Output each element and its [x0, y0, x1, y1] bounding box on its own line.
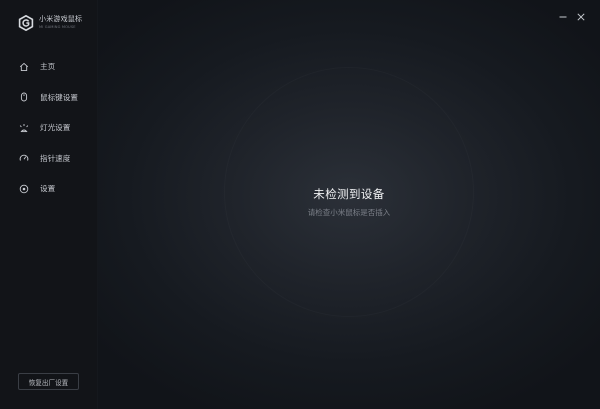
sidebar-item-label: 设置	[40, 184, 56, 193]
sidebar-item-lighting[interactable]: 灯光设置	[0, 117, 98, 138]
home-icon	[19, 62, 29, 72]
close-icon[interactable]	[576, 12, 586, 22]
brand: 小米游戏鼠标 MI GAMING MOUSE	[18, 15, 82, 31]
sidebar-item-mouse-buttons[interactable]: 鼠标键设置	[0, 87, 98, 108]
status-title: 未检测到设备	[313, 187, 385, 201]
minimize-icon[interactable]	[558, 12, 568, 22]
sidebar-item-label: 鼠标键设置	[40, 92, 78, 102]
light-icon	[19, 123, 29, 133]
sidebar-item-settings[interactable]: 设置	[0, 178, 98, 199]
mouse-icon	[19, 92, 29, 102]
sidebar: 小米游戏鼠标 MI GAMING MOUSE 主页 鼠标键设置 灯光设置 指针速…	[0, 0, 98, 409]
sidebar-item-label: 指针速度	[40, 153, 71, 163]
brand-logo-icon	[18, 15, 34, 31]
status-subtitle: 请检查小米鼠标是否插入	[307, 208, 391, 217]
sidebar-nav: 主页 鼠标键设置 灯光设置 指针速度 设置	[0, 56, 98, 209]
brand-name: 小米游戏鼠标	[39, 15, 83, 24]
sidebar-item-label: 灯光设置	[40, 123, 71, 132]
window-controls	[558, 12, 586, 22]
speedometer-icon	[19, 153, 29, 163]
settings-icon	[19, 184, 29, 194]
app-window: 小米游戏鼠标 MI GAMING MOUSE 主页 鼠标键设置 灯光设置 指针速…	[0, 0, 600, 409]
brand-text: 小米游戏鼠标 MI GAMING MOUSE	[39, 16, 82, 30]
device-status: 未检测到设备 请检查小米鼠标是否插入	[98, 186, 600, 218]
main-content: 未检测到设备 请检查小米鼠标是否插入	[98, 0, 600, 409]
sidebar-item-home[interactable]: 主页	[0, 56, 98, 77]
factory-reset-button[interactable]: 恢复出厂设置	[18, 373, 79, 390]
brand-subtitle: MI GAMING MOUSE	[39, 25, 76, 30]
sidebar-item-pointer-speed[interactable]: 指针速度	[0, 148, 98, 169]
sidebar-item-label: 主页	[40, 62, 56, 71]
